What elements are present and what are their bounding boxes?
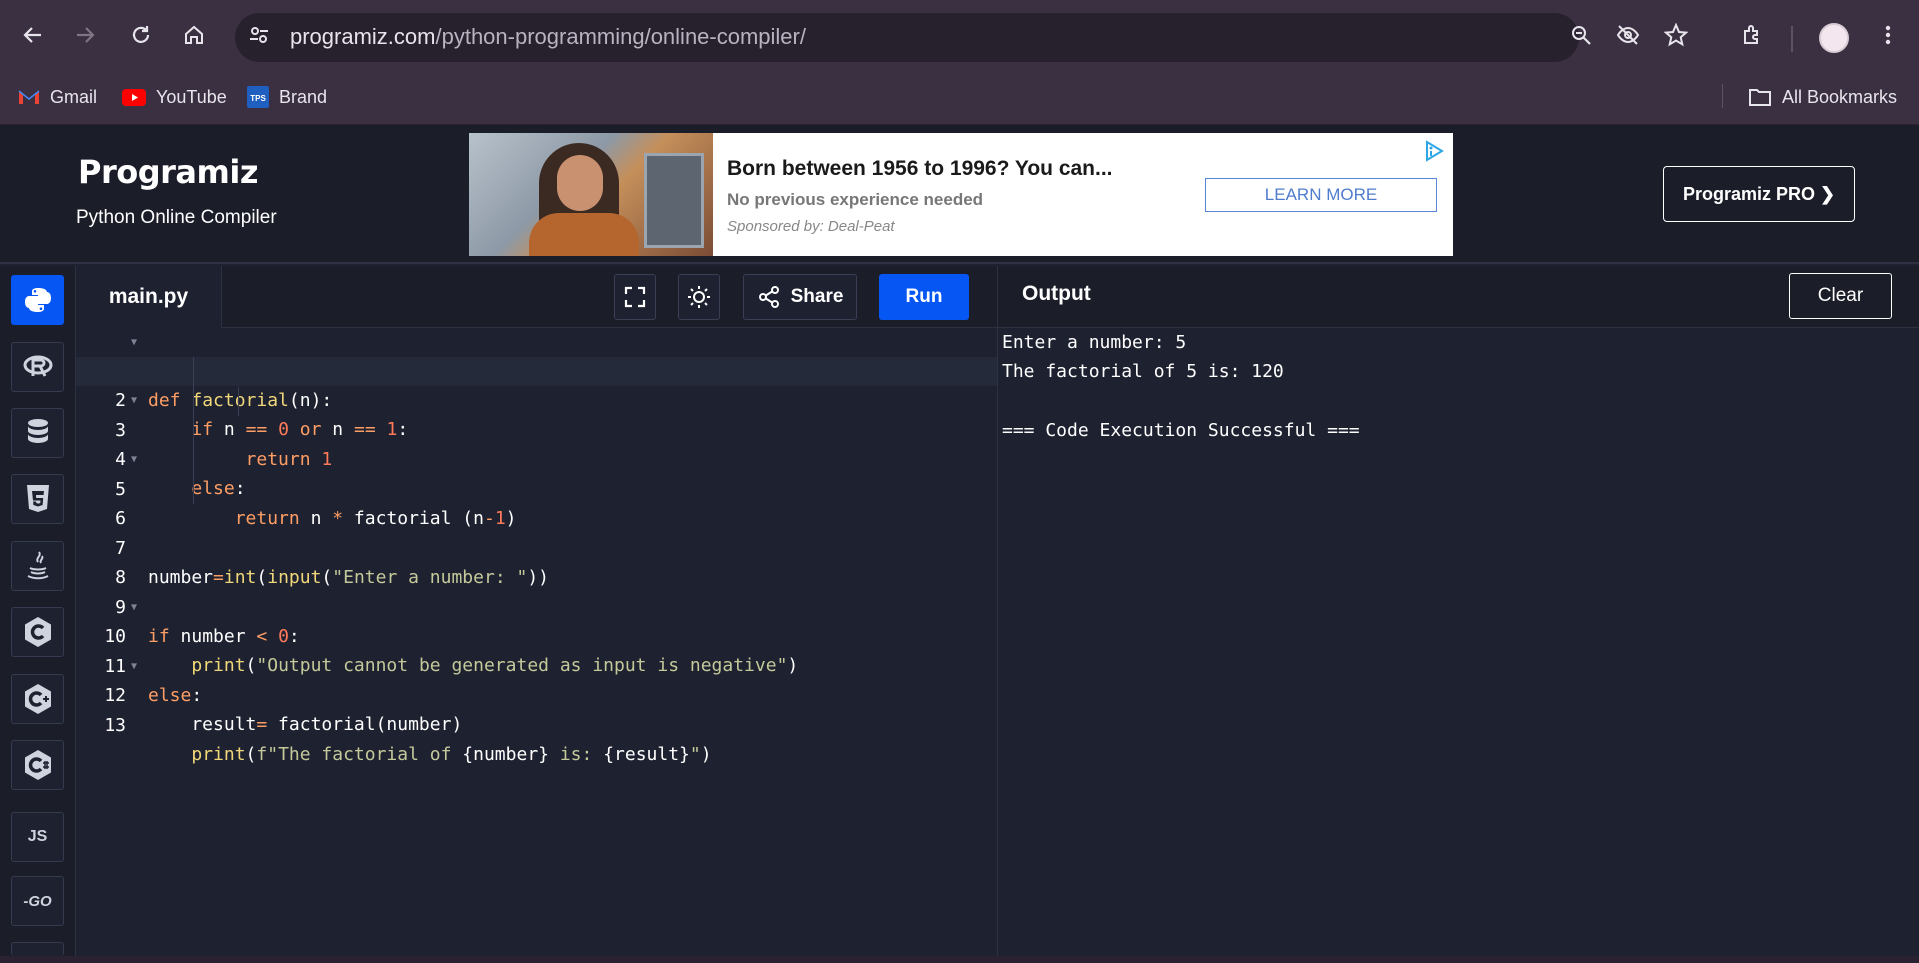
c-icon [24,617,51,647]
url-text[interactable]: programiz.com/python-programming/online-… [290,24,806,50]
ad-title[interactable]: Born between 1956 to 1996? You can... [727,157,1113,181]
ad-sponsor: Sponsored by: Deal-Peat [727,218,895,235]
taskbar-edge [0,956,1919,963]
profile-avatar[interactable] [1819,23,1849,53]
csharp-icon [24,750,51,780]
rail-item-sql[interactable] [11,408,64,458]
browser-window: programiz.com/python-programming/online-… [0,0,1919,963]
rail-item-c[interactable] [11,607,64,657]
code-line[interactable]: 7 number=int(input("Enter a number: ")) [76,505,997,588]
site-settings-icon[interactable] [243,19,275,51]
code-line[interactable]: 6 [76,475,997,529]
ad-learn-more-button[interactable]: LEARN MORE [1205,178,1437,212]
code-line[interactable]: 4 ▼ else: [76,416,997,499]
python-icon [24,288,51,312]
output-line: The factorial of 5 is: 120 [1002,361,1284,382]
ad-choices-icon[interactable] [1422,139,1446,163]
reload-icon[interactable] [125,19,157,51]
r-icon [23,355,52,377]
fullscreen-button[interactable] [614,274,656,320]
svg-text:TPS: TPS [250,94,266,103]
go-icon: -GO [23,892,52,910]
tracking-protection-icon[interactable] [1612,19,1644,51]
advertisement-banner[interactable]: Born between 1956 to 1996? You can... No… [469,133,1453,256]
js-icon: JS [27,828,48,845]
code-line[interactable]: 11 ▼ else: [76,623,997,706]
ad-subtitle: No previous experience needed [727,190,984,209]
code-line[interactable]: 13 print(f"The factorial of {number} is:… [76,682,997,765]
youtube-icon [122,88,146,106]
rail-item-csharp[interactable] [11,740,64,790]
code-line[interactable]: 3 return 1 [76,387,997,470]
clear-button[interactable]: Clear [1789,273,1892,319]
rail-item-java[interactable] [11,541,64,591]
output-line: === Code Execution Successful === [1002,420,1360,441]
share-label: Share [790,286,844,307]
bookmark-youtube[interactable]: YouTube [122,83,227,111]
code-line-active[interactable]: 2 ▼ if n == 0 or n == 1: [76,357,997,440]
java-icon [27,551,48,580]
bookmark-label: Brand [279,86,328,107]
programiz-logo[interactable]: Programiz [78,153,258,191]
toolbar-divider [1791,26,1793,52]
bookmark-label: YouTube [156,86,227,107]
rail-item-html[interactable] [11,474,64,524]
indent-guide [193,357,194,504]
code-line[interactable]: 5 return n * factorial (n-1) [76,446,997,529]
extensions-icon[interactable] [1737,19,1769,51]
code-line[interactable]: 12 result= factorial(number) [76,652,997,735]
theme-toggle-button[interactable] [678,274,720,320]
bookmark-star-icon[interactable] [1660,19,1692,51]
indent-guide [238,387,239,416]
code-line[interactable]: 8 [76,534,997,588]
zoom-icon[interactable] [1565,19,1597,51]
sun-icon [688,286,710,308]
output-line: Enter a number: 5 [1002,332,1187,353]
tps-icon: TPS [247,86,269,108]
bookmark-gmail[interactable]: Gmail [18,83,97,111]
programiz-pro-button[interactable]: Programiz PRO ❯ [1663,166,1855,222]
line-number: 13 [104,715,126,736]
ad-image[interactable] [469,133,713,256]
html5-icon [26,485,49,512]
bookmark-label: Gmail [50,86,98,107]
fold-icon[interactable]: ▼ [131,328,137,357]
rail-item-more[interactable] [11,942,64,956]
code-line[interactable]: 9 ▼ if number < 0: [76,564,997,647]
output-toolbar [997,266,1919,328]
folder-icon [1749,89,1771,106]
fullscreen-icon [624,286,646,308]
output-title: Output [1022,282,1091,305]
code-line[interactable]: 1▼ def factorial(n): [76,328,997,411]
bookmarks-divider [1722,84,1723,108]
file-tab-main-py[interactable]: main.py [76,266,222,328]
cpp-icon [24,684,51,714]
database-icon [27,419,48,443]
rail-item-js[interactable]: JS [11,812,64,862]
share-icon [758,286,779,308]
bookmark-brand[interactable]: TPS Brand [247,83,327,111]
rail-item-cpp[interactable] [11,674,64,724]
share-button[interactable]: Share [743,274,857,320]
forward-icon[interactable] [69,19,101,51]
all-bookmarks-button[interactable]: All Bookmarks [1748,83,1897,111]
run-button[interactable]: Run [879,274,969,320]
home-icon[interactable] [178,19,210,51]
page-subtitle: Python Online Compiler [76,207,277,228]
rail-item-go[interactable]: -GO [11,876,64,926]
more-menu-icon[interactable] [1872,19,1904,51]
back-icon[interactable] [17,19,49,51]
rail-item-r[interactable] [11,342,64,392]
all-bookmarks-label: All Bookmarks [1782,86,1898,107]
gmail-icon [18,90,40,104]
rail-item-python[interactable] [11,275,64,325]
code-line[interactable]: 10 print("Output cannot be generated as … [76,593,997,676]
